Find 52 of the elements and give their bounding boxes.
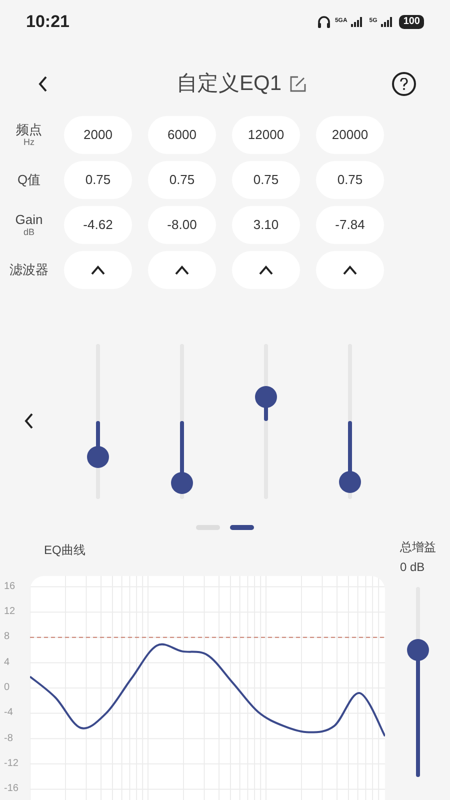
signal-icon xyxy=(381,16,394,27)
slider-thumb[interactable] xyxy=(171,472,193,494)
row-label: Gain xyxy=(15,212,43,227)
y-tick-label: -4 xyxy=(4,707,13,720)
battery-indicator: 100 xyxy=(399,14,424,29)
y-tick-label: -16 xyxy=(4,783,18,796)
value-field[interactable]: -8.00 xyxy=(148,206,216,244)
y-tick-label: -8 xyxy=(4,732,13,745)
headphones-icon xyxy=(316,14,331,29)
y-tick-label: 12 xyxy=(4,606,16,618)
value-field[interactable]: 0.75 xyxy=(316,160,384,199)
unit-label: Hz xyxy=(24,136,34,148)
value-field[interactable]: 0.75 xyxy=(232,160,300,199)
value-field[interactable]: -7.84 xyxy=(316,206,384,244)
peak-filter-icon xyxy=(343,264,357,275)
page-indicator[interactable] xyxy=(230,524,254,530)
unit-label: dB xyxy=(23,226,34,238)
value-field[interactable]: 6000 xyxy=(148,116,216,154)
page-title: 自定义EQ1 xyxy=(176,70,282,97)
chevron-left-icon xyxy=(24,413,34,430)
value-field[interactable]: 0.75 xyxy=(64,160,132,199)
row-label: 滤波器 xyxy=(10,262,48,278)
slider-thumb[interactable] xyxy=(406,638,428,661)
total-gain-reading: 0 dB xyxy=(400,558,425,575)
y-tick-label: -12 xyxy=(4,758,18,770)
y-tick-label: 16 xyxy=(4,580,16,593)
row-label: Q值 xyxy=(17,172,41,188)
value-field[interactable]: 20000 xyxy=(316,116,384,154)
peak-filter-icon xyxy=(259,264,273,275)
status-time: 10:21 xyxy=(26,10,70,33)
row-label: 频点 xyxy=(16,122,42,137)
peak-filter-icon xyxy=(175,264,189,275)
slider-thumb[interactable] xyxy=(87,446,109,468)
question-icon xyxy=(400,78,408,90)
edit-button[interactable] xyxy=(288,74,308,94)
value-field[interactable]: 3.10 xyxy=(232,206,300,244)
value-field[interactable]: -4.62 xyxy=(64,206,132,244)
value-field[interactable]: 0.75 xyxy=(148,160,216,199)
edit-icon xyxy=(288,74,307,92)
y-tick-label: 8 xyxy=(4,631,10,644)
y-tick-label: 4 xyxy=(4,656,10,669)
total-gain-label: 总增益 xyxy=(400,538,436,555)
chevron-left-icon xyxy=(38,76,48,92)
value-field[interactable]: 2000 xyxy=(64,116,132,154)
help-button[interactable] xyxy=(392,72,416,96)
y-tick-label: 0 xyxy=(4,682,10,694)
slider-thumb[interactable] xyxy=(339,471,361,494)
slider-thumb[interactable] xyxy=(255,386,277,408)
signal-icon xyxy=(351,16,364,27)
value-field[interactable]: 12000 xyxy=(232,116,300,154)
section-title: EQ曲线 xyxy=(44,542,86,559)
peak-filter-icon xyxy=(91,264,105,275)
